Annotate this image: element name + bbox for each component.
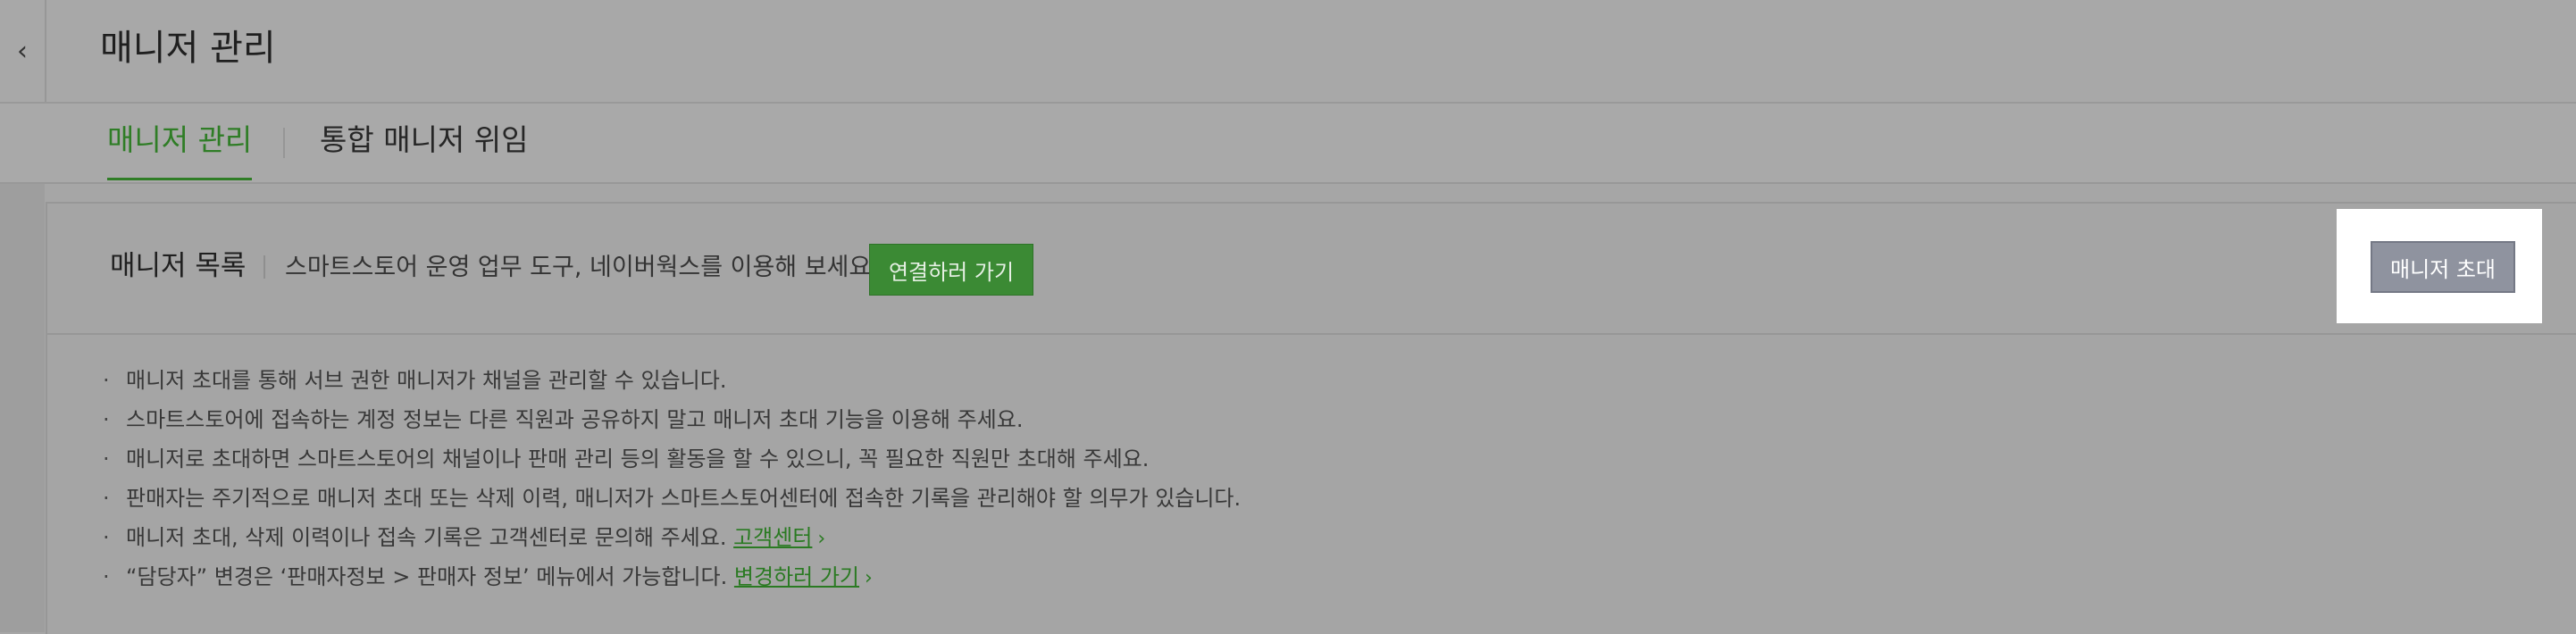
- bullet-icon: ·: [103, 525, 110, 550]
- change-link[interactable]: 변경하러 가기: [734, 564, 859, 589]
- bullet-icon: ·: [103, 446, 110, 471]
- back-button[interactable]: ‹: [0, 0, 46, 102]
- chevron-right-icon[interactable]: ›: [865, 567, 873, 589]
- naver-works-description: 스마트스토어 운영 업무 도구, 네이버웍스를 이용해 보세요.: [285, 254, 879, 281]
- connect-button[interactable]: 연결하러 가기: [869, 244, 1033, 296]
- tab-bar: 매니저 관리 통합 매니저 위임: [0, 104, 2576, 184]
- note-text: 판매자는 주기적으로 매니저 초대 또는 삭제 이력, 매니저가 스마트스토어센…: [126, 486, 1242, 511]
- list-item: · 매니저로 초대하면 스마트스토어의 채널이나 판매 관리 등의 활동을 할 …: [103, 439, 2514, 479]
- tab-integrated-manager-delegation[interactable]: 통합 매니저 위임: [320, 120, 529, 182]
- left-rail: [0, 184, 45, 632]
- header-divider: [263, 255, 265, 279]
- bullet-icon: ·: [103, 407, 110, 432]
- page-header: ‹ 매니저 관리: [0, 0, 2576, 104]
- note-text: 매니저 초대, 삭제 이력이나 접속 기록은 고객센터로 문의해 주세요.: [126, 525, 727, 550]
- note-text: 매니저 초대를 통해 서브 권한 매니저가 채널을 관리할 수 있습니다.: [126, 368, 727, 393]
- notice-list: · 매니저 초대를 통해 서브 권한 매니저가 채널을 관리할 수 있습니다. …: [103, 361, 2514, 596]
- list-title: 매니저 목록: [110, 250, 247, 282]
- note-text: 스마트스토어에 접속하는 계정 정보는 다른 직원과 공유하지 말고 매니저 초…: [126, 407, 1024, 432]
- tab-divider: [283, 128, 285, 158]
- bullet-icon: ·: [103, 368, 110, 393]
- list-item: · 매니저 초대, 삭제 이력이나 접속 기록은 고객센터로 문의해 주세요. …: [103, 518, 2514, 557]
- customer-center-link[interactable]: 고객센터: [733, 525, 812, 550]
- list-item: · “담당자” 변경은 ‘판매자정보 > 판매자 정보’ 메뉴에서 가능합니다.…: [103, 557, 2514, 596]
- manager-list-panel: 매니저 목록 스마트스토어 운영 업무 도구, 네이버웍스를 이용해 보세요. …: [46, 202, 2576, 634]
- list-item: · 판매자는 주기적으로 매니저 초대 또는 삭제 이력, 매니저가 스마트스토…: [103, 479, 2514, 518]
- note-text: “담당자” 변경은 ‘판매자정보 > 판매자 정보’ 메뉴에서 가능합니다.: [126, 564, 728, 589]
- tab-manager-management[interactable]: 매니저 관리: [107, 120, 253, 180]
- list-item: · 스마트스토어에 접속하는 계정 정보는 다른 직원과 공유하지 말고 매니저…: [103, 400, 2514, 439]
- bullet-icon: ·: [103, 564, 110, 589]
- invite-manager-button[interactable]: 매니저 초대: [2371, 241, 2515, 293]
- page-title: 매니저 관리: [100, 28, 276, 69]
- note-text: 매니저로 초대하면 스마트스토어의 채널이나 판매 관리 등의 활동을 할 수 …: [126, 446, 1150, 471]
- panel-header: 매니저 목록 스마트스토어 운영 업무 도구, 네이버웍스를 이용해 보세요. …: [47, 204, 2576, 335]
- chevron-left-icon: ‹: [17, 35, 28, 67]
- invite-button-highlight: 매니저 초대: [2337, 209, 2542, 323]
- list-item: · 매니저 초대를 통해 서브 권한 매니저가 채널을 관리할 수 있습니다.: [103, 361, 2514, 400]
- chevron-right-icon[interactable]: ›: [817, 528, 825, 550]
- bullet-icon: ·: [103, 486, 110, 511]
